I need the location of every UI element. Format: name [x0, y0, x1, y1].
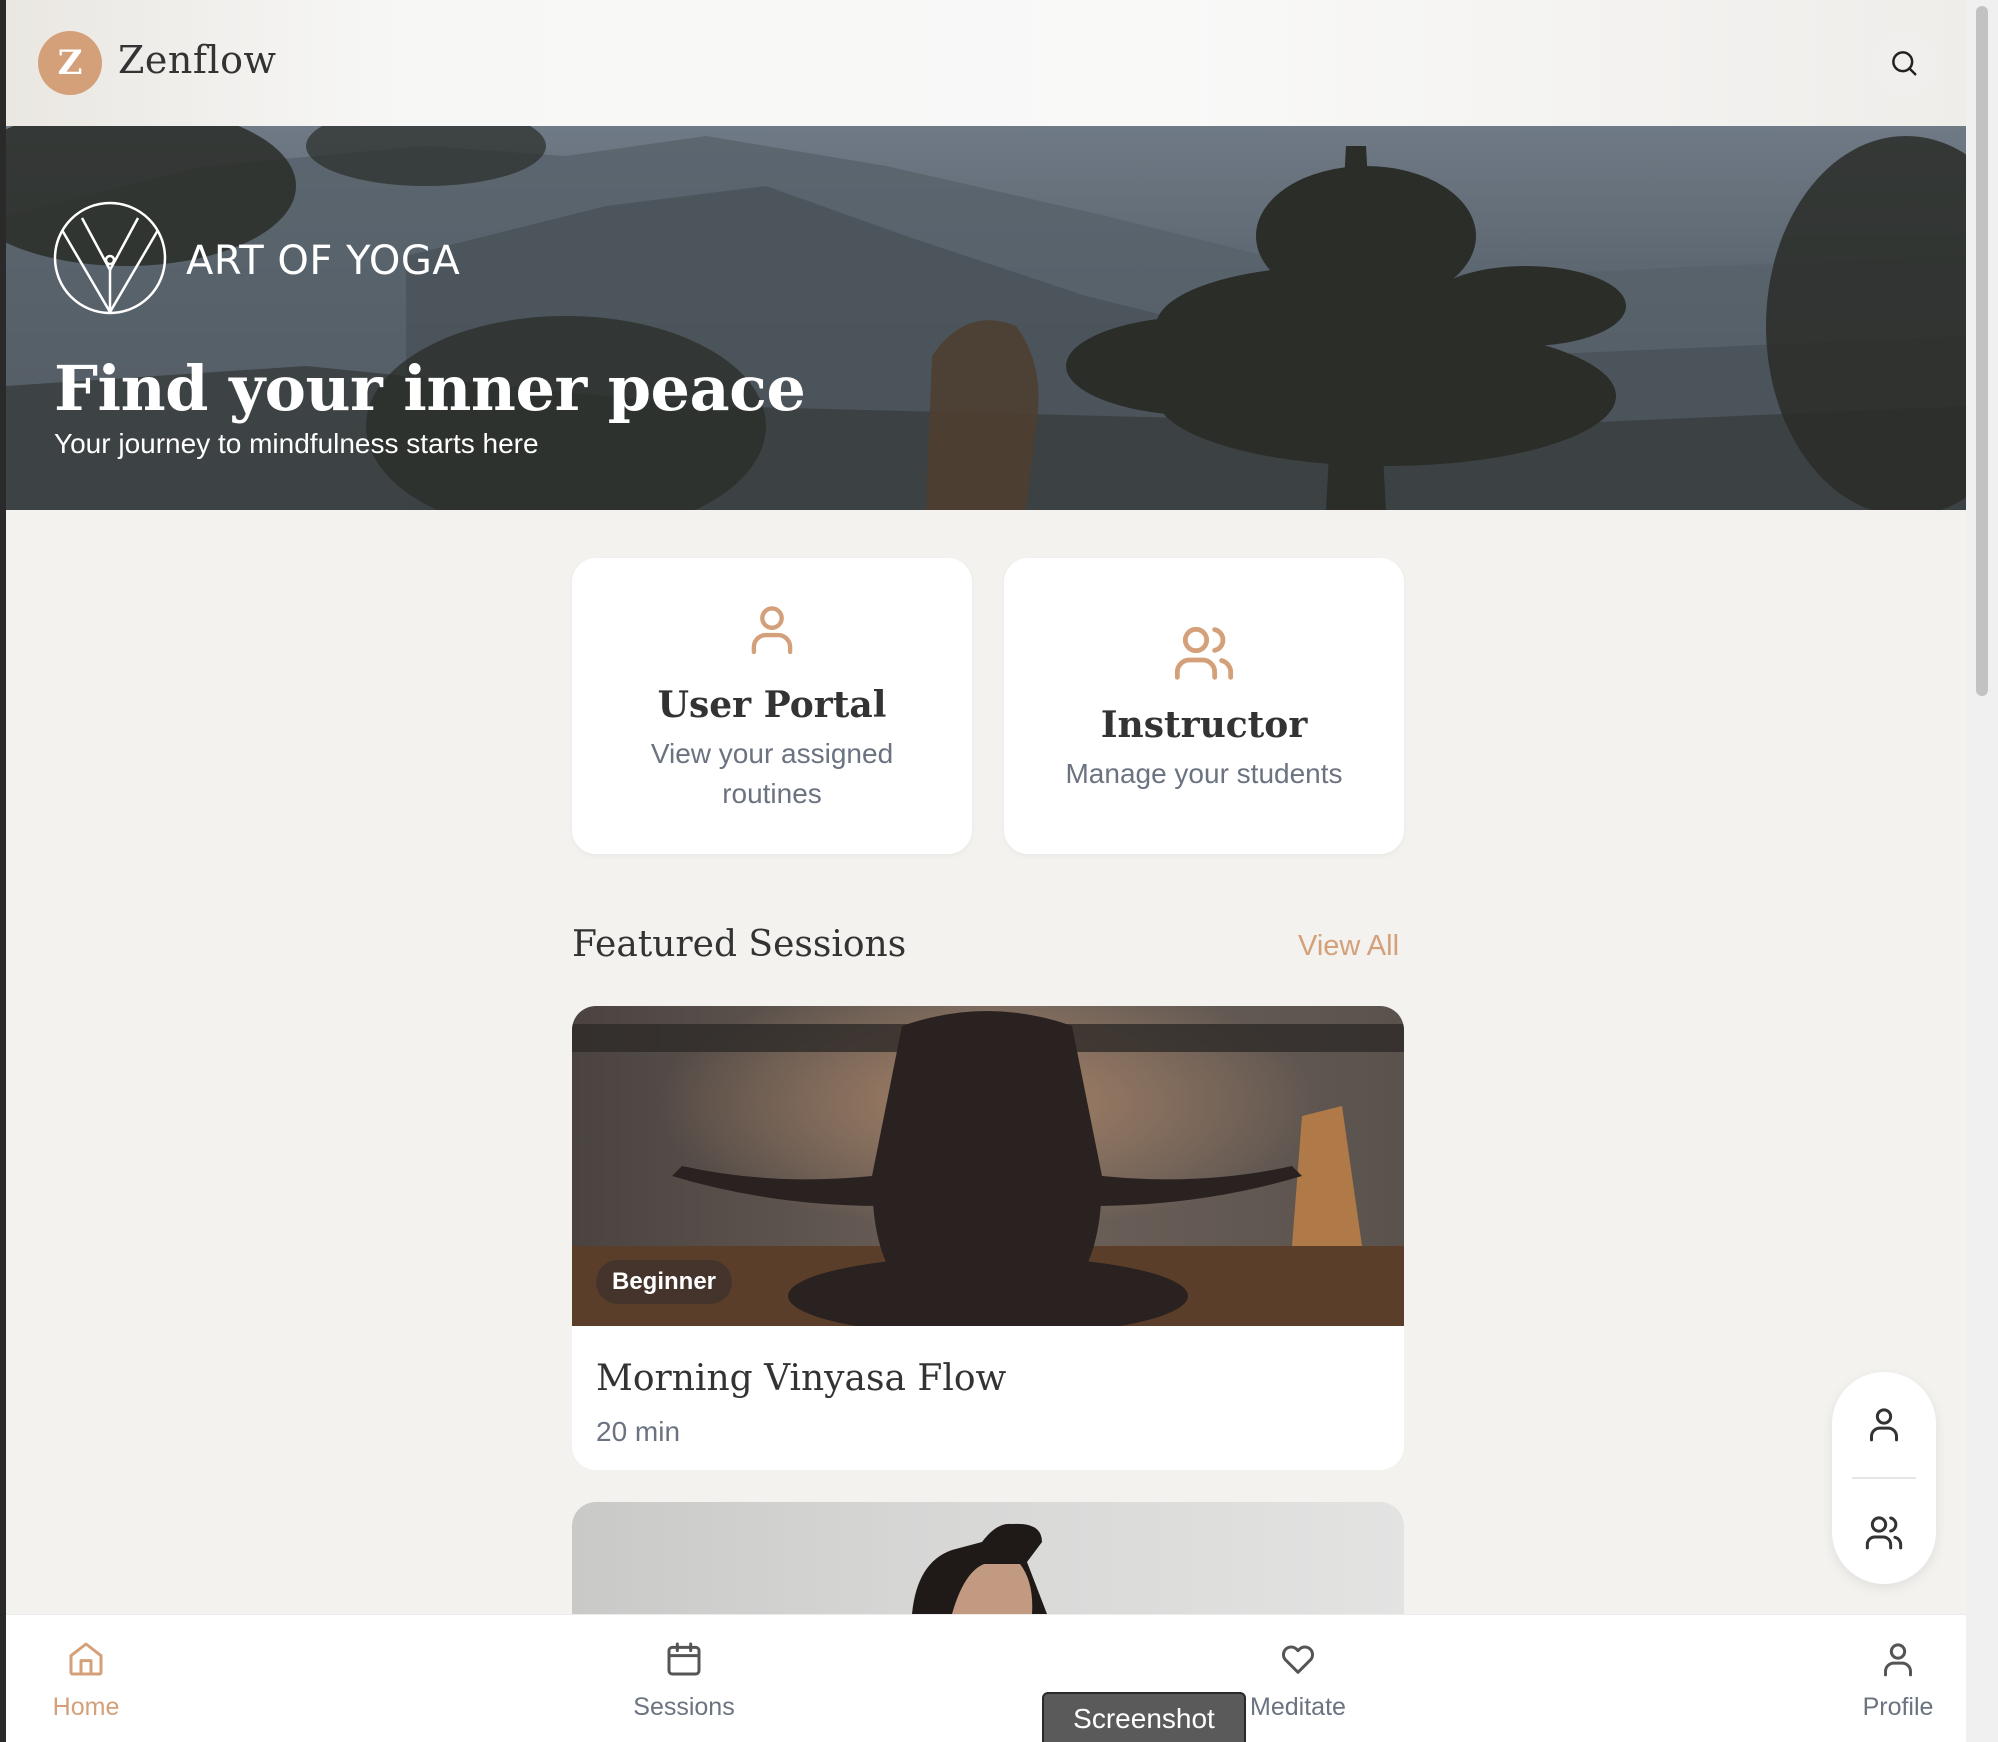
user-icon [1884, 1643, 1912, 1677]
divider [1852, 1477, 1916, 1479]
app-window: Z Zenflow ART OF YOGA Find your inner pe… [6, 0, 1968, 1742]
hero-subtitle: Your journey to mindfulness starts here [54, 428, 539, 459]
home-icon [69, 1642, 103, 1676]
nav-home[interactable]: Home [16, 1615, 156, 1742]
search-button[interactable] [1871, 30, 1937, 96]
featured-sessions-heading: Featured Sessions [572, 924, 907, 965]
user-role-button[interactable] [1864, 1404, 1904, 1449]
logo-badge[interactable]: Z [38, 31, 102, 95]
nav-sessions[interactable]: Sessions [614, 1615, 754, 1742]
instructor-role-button[interactable] [1864, 1512, 1904, 1557]
portal-title: Instructor [1100, 704, 1308, 746]
hero-title: Find your inner peace [54, 352, 806, 425]
session-image [912, 1523, 1047, 1614]
nav-meditate[interactable]: Meditate [1228, 1615, 1368, 1742]
users-icon [1865, 1516, 1903, 1550]
instructor-card[interactable]: Instructor Manage your students [1004, 558, 1404, 854]
nav-label: Home [52, 1693, 120, 1721]
session-card[interactable]: Beginner Morning Vinyasa Flow 20 min [572, 1006, 1404, 1470]
portal-title: User Portal [657, 684, 887, 726]
session-title: Morning Vinyasa Flow [596, 1358, 1007, 1399]
calendar-icon [667, 1642, 701, 1676]
level-badge: Beginner [596, 1260, 733, 1304]
hero-banner: ART OF YOGA Find your inner peace Your j… [6, 126, 1968, 510]
portal-description: View your assigned routines [650, 738, 894, 809]
scrollbar-thumb[interactable] [1976, 6, 1988, 696]
user-portal-card[interactable]: User Portal View your assigned routines [572, 558, 972, 854]
top-bar: Z Zenflow [6, 0, 1968, 126]
heart-icon [1282, 1645, 1314, 1674]
nav-label: Sessions [633, 1693, 735, 1721]
nav-label: Profile [1862, 1693, 1934, 1721]
user-icon [1870, 1408, 1898, 1442]
view-all-link[interactable]: View All [1298, 930, 1399, 963]
user-icon [751, 606, 793, 655]
bottom-nav: Home Sessions Meditate Profile [6, 1614, 1968, 1742]
hero-brand-text: ART OF YOGA [186, 238, 461, 284]
scrollbar[interactable] [1966, 0, 1998, 1742]
users-icon [1174, 626, 1234, 680]
screenshot-tooltip: Screenshot [1042, 1692, 1246, 1742]
portal-description: Manage your students [1065, 758, 1343, 789]
art-of-yoga-logo [53, 201, 167, 315]
session-duration: 20 min [596, 1416, 681, 1447]
role-switcher [1832, 1372, 1936, 1584]
nav-profile[interactable]: Profile [1828, 1615, 1968, 1742]
search-icon [1892, 51, 1917, 76]
app-name: Zenflow [118, 38, 277, 82]
